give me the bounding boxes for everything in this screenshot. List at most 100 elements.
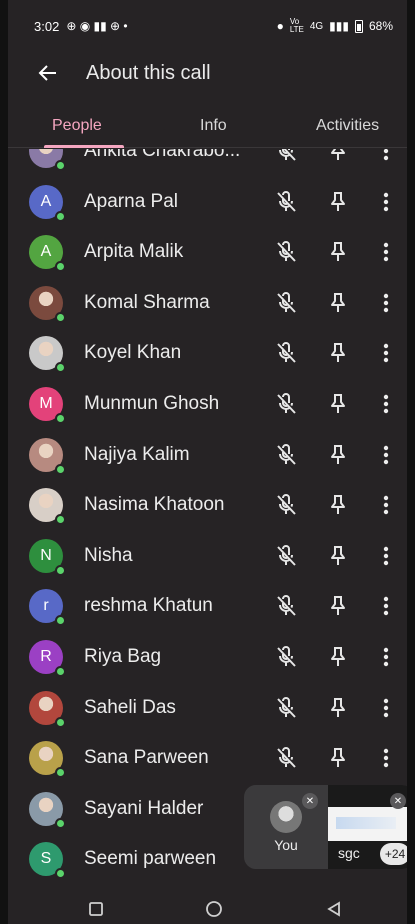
pin-icon[interactable] <box>326 746 350 770</box>
pin-icon[interactable] <box>326 149 350 163</box>
participant-row[interactable]: N Nisha <box>8 531 407 581</box>
participant-row[interactable]: Sana Parween <box>8 733 407 783</box>
participant-row[interactable]: M Munmun Ghosh <box>8 379 407 429</box>
pin-icon[interactable] <box>326 645 350 669</box>
online-status-dot <box>55 514 66 526</box>
participant-avatar: S <box>29 842 66 880</box>
participant-name: Nisha <box>84 544 133 566</box>
participant-avatar: A <box>29 184 66 222</box>
avatar-letter: N <box>40 546 52 564</box>
pin-icon[interactable] <box>326 594 350 618</box>
participant-list[interactable]: Ankita Chakrabo... A Aparna Pal A Arpita Mal… <box>8 149 407 894</box>
more-options-icon[interactable] <box>378 594 394 618</box>
more-options-icon[interactable] <box>378 240 394 264</box>
participant-row[interactable]: R Riya Bag <box>8 632 407 682</box>
pin-icon[interactable] <box>326 544 350 568</box>
participant-avatar <box>29 690 66 728</box>
mic-off-icon[interactable] <box>274 392 298 416</box>
pin-icon[interactable] <box>326 341 350 365</box>
more-options-icon[interactable] <box>378 746 394 770</box>
self-avatar <box>270 801 302 833</box>
online-status-dot <box>55 160 66 171</box>
participant-row[interactable]: A Arpita Malik <box>8 227 407 277</box>
mic-off-icon[interactable] <box>274 341 298 365</box>
participant-name: Seemi parween <box>84 848 217 870</box>
avatar-letter: r <box>43 597 49 615</box>
online-status-dot <box>55 817 66 829</box>
pin-icon[interactable] <box>326 291 350 315</box>
online-status-dot <box>55 311 66 323</box>
tab-activities[interactable]: Activities <box>316 104 379 148</box>
online-status-dot <box>55 413 66 424</box>
more-options-icon[interactable] <box>378 645 394 669</box>
more-options-icon[interactable] <box>378 291 394 315</box>
participant-row[interactable]: Ankita Chakrabo... <box>8 149 407 176</box>
volte-label: Vo LTE <box>289 17 304 34</box>
participant-row[interactable]: Koyel Khan <box>8 328 407 378</box>
avatar-letter: S <box>40 850 52 868</box>
tab-bar: People Info Activities <box>8 104 407 148</box>
mic-off-icon[interactable] <box>274 645 298 669</box>
status-bar: 3:02 ⊕ ◉ ▮▮ ⊕ • ● Vo LTE 4G ▮▮▮ 68% <box>8 0 407 52</box>
mic-off-icon[interactable] <box>274 149 298 163</box>
participant-avatar: R <box>29 640 66 677</box>
pin-icon[interactable] <box>326 443 350 467</box>
participant-row[interactable]: r reshma Khatun <box>8 581 407 631</box>
participant-row[interactable]: Najiya Kalim <box>8 430 407 480</box>
recents-icon[interactable] <box>86 899 106 919</box>
pin-icon[interactable] <box>326 696 350 720</box>
mic-off-icon[interactable] <box>274 746 298 770</box>
participant-avatar: M <box>29 387 66 424</box>
participant-name: Munmun Ghosh <box>84 393 220 414</box>
participant-avatar <box>29 791 66 829</box>
more-options-icon[interactable] <box>378 392 394 416</box>
pin-icon[interactable] <box>326 392 350 416</box>
participant-avatar <box>29 149 66 171</box>
pin-icon[interactable] <box>326 493 350 517</box>
tab-info[interactable]: Info <box>200 104 227 148</box>
participant-avatar: A <box>29 235 66 273</box>
participant-avatar <box>29 285 66 323</box>
participant-name: Nasima Khatoon <box>84 494 225 516</box>
more-options-icon[interactable] <box>378 190 394 214</box>
mic-off-icon[interactable] <box>274 190 298 214</box>
participant-row[interactable]: Komal Sharma <box>8 278 407 328</box>
page-title: About this call <box>86 61 211 84</box>
active-tab-indicator <box>44 145 124 148</box>
self-muted-icon: ✕ <box>302 793 318 809</box>
mic-off-icon[interactable] <box>274 291 298 315</box>
more-options-icon[interactable] <box>378 493 394 517</box>
self-tile[interactable]: ✕ You <box>244 785 328 869</box>
participant-name: Najiya Kalim <box>84 443 190 465</box>
battery-icon <box>354 19 363 33</box>
participant-avatar <box>29 488 66 526</box>
presentation-tile[interactable]: ✕ sgc +24 <box>328 785 407 869</box>
self-label: You <box>274 837 298 853</box>
participant-name: Komal Sharma <box>84 291 210 313</box>
mic-off-icon[interactable] <box>274 493 298 517</box>
back-nav-icon[interactable] <box>324 899 344 919</box>
participant-row[interactable]: A Aparna Pal <box>8 177 407 227</box>
pin-icon[interactable] <box>326 190 350 214</box>
mic-off-icon[interactable] <box>274 443 298 467</box>
status-time: 3:02 <box>34 18 60 34</box>
participant-row[interactable]: Nasima Khatoon <box>8 480 407 530</box>
call-preview-overlay[interactable]: ✕ You ✕ sgc +24 <box>244 785 407 869</box>
online-status-dot <box>55 615 66 627</box>
online-status-dot <box>55 564 66 576</box>
mic-off-icon[interactable] <box>274 594 298 618</box>
mic-off-icon[interactable] <box>274 696 298 720</box>
tab-people[interactable]: People <box>52 104 102 148</box>
more-options-icon[interactable] <box>378 149 394 163</box>
participant-row[interactable]: Saheli Das <box>8 683 407 733</box>
back-arrow-icon[interactable] <box>30 55 66 91</box>
more-options-icon[interactable] <box>378 696 394 720</box>
signal-icon: ▮▮▮ <box>329 19 349 33</box>
mic-off-icon[interactable] <box>274 544 298 568</box>
pin-icon[interactable] <box>326 240 350 264</box>
more-options-icon[interactable] <box>378 443 394 467</box>
more-options-icon[interactable] <box>378 341 394 365</box>
more-options-icon[interactable] <box>378 544 394 568</box>
mic-off-icon[interactable] <box>274 240 298 264</box>
home-icon[interactable] <box>204 899 224 919</box>
